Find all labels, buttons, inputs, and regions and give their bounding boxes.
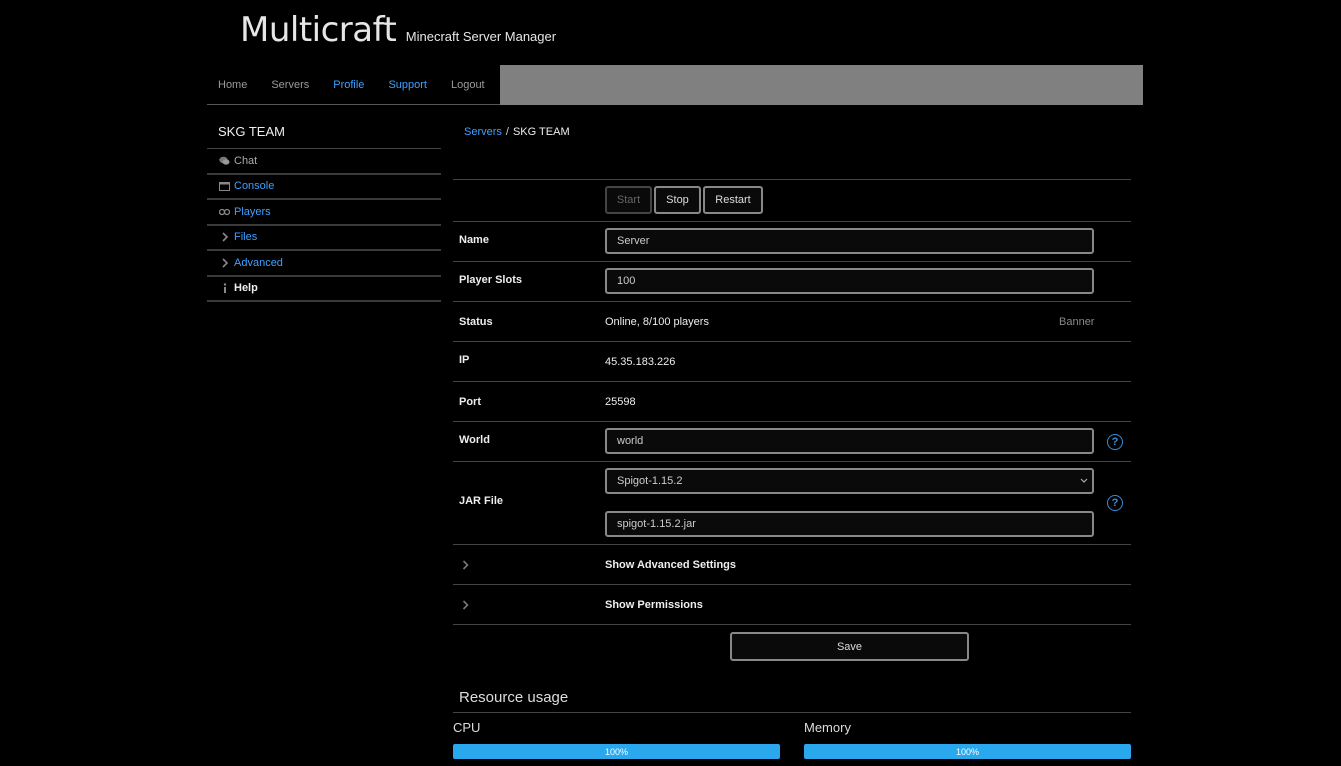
advanced-settings-toggle[interactable]: Show Advanced Settings [453,545,1131,585]
ip-row: IP 45.35.183.226 [453,342,1131,382]
chevron-right-icon [462,559,469,573]
chat-icon [219,155,230,166]
sidebar-item-label: Advanced [234,256,283,269]
nav-profile[interactable]: Profile [333,79,364,91]
sidebar-item-label: Files [234,231,258,244]
name-row: Name Server [453,222,1131,262]
world-label: World [459,434,490,446]
cpu-progress-bar: 100% [453,744,780,759]
server-settings-form: Start Stop Restart Name Server Player Sl… [453,179,1131,625]
status-value: Online, 8/100 players [605,316,709,328]
restart-button[interactable]: Restart [703,186,763,214]
name-input[interactable]: Server [605,228,1094,254]
sidebar-title: SKG TEAM [207,118,441,149]
sidebar-item-advanced[interactable]: Advanced [207,251,441,277]
start-button[interactable]: Start [605,186,652,214]
memory-progress-bar: 100% [804,744,1131,759]
chevron-right-icon [219,257,230,268]
jar-file-select[interactable]: Spigot-1.15.2 [605,468,1094,494]
sidebar-item-label: Players [234,205,271,218]
top-nav: Home Servers Profile Support Logout [207,65,1143,105]
cpu-label: CPU [453,720,481,735]
resource-usage-title: Resource usage [459,689,569,706]
breadcrumb-servers-link[interactable]: Servers [464,126,502,138]
port-row: Port 25598 [453,382,1131,422]
console-icon [219,181,230,192]
sidebar-item-label: Help [234,282,258,295]
memory-label: Memory [804,720,851,735]
jar-file-input[interactable]: spigot-1.15.2.jar [605,511,1094,537]
ip-label: IP [459,354,470,366]
sidebar-item-label: Chat [234,154,258,167]
info-icon [219,283,230,294]
jar-file-label: JAR File [459,495,504,507]
sidebar-item-help[interactable]: Help [207,277,441,302]
status-row: Status Online, 8/100 players Banner [453,302,1131,342]
player-slots-row: Player Slots 100 [453,262,1131,302]
name-label: Name [459,234,489,246]
chevron-down-icon [1080,475,1088,487]
app-subtitle: Minecraft Server Manager [405,29,557,44]
breadcrumb-current: SKG TEAM [512,126,570,138]
sidebar: SKG TEAM Chat Console Players Files Adva… [207,118,441,302]
world-row: World world ? [453,422,1131,462]
permissions-toggle[interactable]: Show Permissions [453,585,1131,625]
sidebar-item-label: Console [234,180,275,193]
port-value: 25598 [605,396,636,408]
sidebar-item-console[interactable]: Console [207,175,441,200]
players-icon [219,206,230,217]
chevron-right-icon [219,232,230,243]
ip-value: 45.35.183.226 [605,356,676,368]
status-label: Status [459,316,493,328]
permissions-label: Show Permissions [605,599,703,611]
banner-link[interactable]: Banner [1059,316,1094,328]
jar-help-icon[interactable]: ? [1107,495,1123,511]
nav-home[interactable]: Home [218,79,247,91]
breadcrumb: Servers / SKG TEAM [464,126,570,138]
site-header: Multicraft Minecraft Server Manager [240,10,556,50]
app-title: Multicraft [240,10,397,50]
sidebar-item-files[interactable]: Files [207,226,441,251]
player-slots-input[interactable]: 100 [605,268,1094,294]
save-wrapper: Save [730,632,969,661]
port-label: Port [459,396,481,408]
memory-progress-fill: 100% [804,744,1131,759]
player-slots-label: Player Slots [459,274,522,286]
stop-button[interactable]: Stop [654,186,701,214]
jar-file-select-value: Spigot-1.15.2 [617,475,683,487]
jar-file-row: JAR File Spigot-1.15.2 spigot-1.15.2.jar… [453,462,1131,545]
breadcrumb-separator: / [505,126,509,138]
controls-row: Start Stop Restart [453,180,1131,222]
divider [453,712,1131,713]
chevron-right-icon [462,599,469,613]
sidebar-item-chat[interactable]: Chat [207,149,441,175]
nav-logout[interactable]: Logout [451,79,485,91]
nav-support[interactable]: Support [388,79,427,91]
world-input[interactable]: world [605,428,1094,454]
nav-servers[interactable]: Servers [271,79,309,91]
advanced-settings-label: Show Advanced Settings [605,559,737,571]
cpu-progress-fill: 100% [453,744,780,759]
save-button[interactable]: Save [730,632,969,661]
world-help-icon[interactable]: ? [1107,434,1123,450]
sidebar-item-players[interactable]: Players [207,200,441,226]
